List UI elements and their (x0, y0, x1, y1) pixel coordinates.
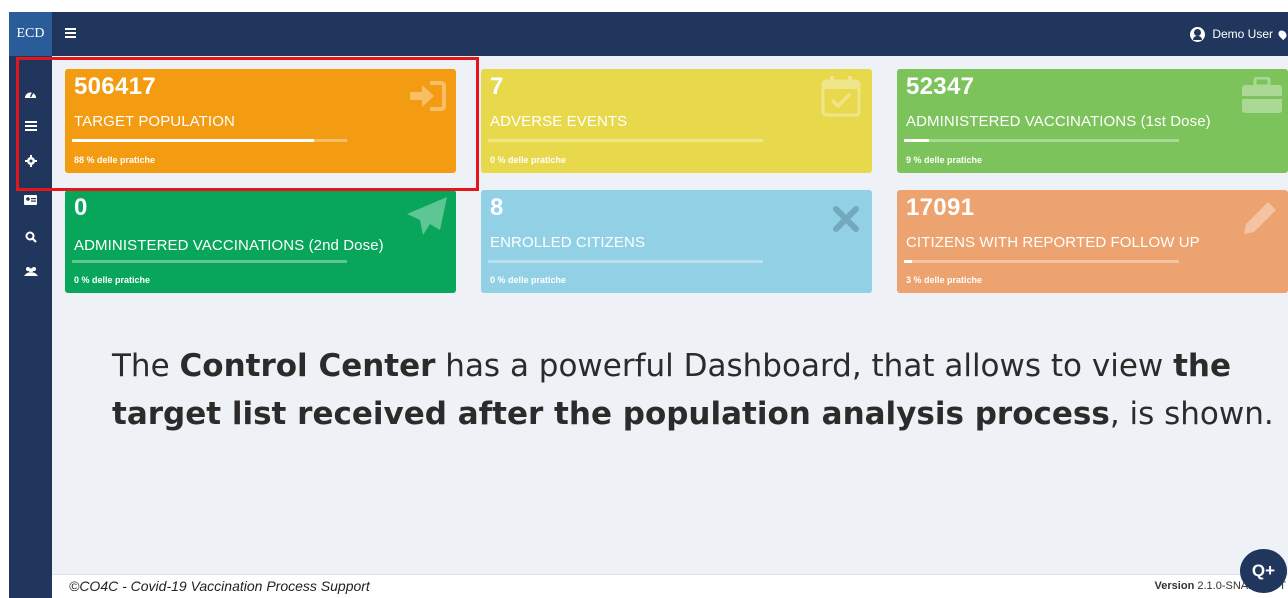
card-percent: 0 % delle pratiche (74, 275, 151, 285)
sidebar-item-users[interactable] (23, 264, 38, 278)
card-label: CITIZENS WITH REPORTED FOLLOW UP (906, 234, 1200, 251)
sidebar-item-search[interactable] (23, 230, 38, 244)
brand-logo[interactable]: ECD (9, 12, 52, 56)
footer: ©CO4C - Covid-19 Vaccination Process Sup… (52, 574, 1288, 598)
card-vaccinations-second-dose[interactable]: 0 ADMINISTERED VACCINATIONS (2nd Dose) 0… (65, 190, 456, 293)
card-value: 17091 (906, 194, 975, 221)
card-label: ADMINISTERED VACCINATIONS (1st Dose) (906, 113, 1211, 130)
card-percent: 0 % delle pratiche (490, 155, 567, 165)
paper-plane-icon (407, 197, 447, 235)
pencil-icon (1244, 202, 1276, 234)
card-label: ENROLLED CITIZENS (490, 234, 646, 251)
user-menu[interactable]: Demo User (1190, 12, 1288, 56)
card-progress-bar (904, 260, 1179, 263)
card-follow-up[interactable]: 17091 CITIZENS WITH REPORTED FOLLOW UP 3… (897, 190, 1288, 293)
card-vaccinations-first-dose[interactable]: 52347 ADMINISTERED VACCINATIONS (1st Dos… (897, 69, 1288, 173)
card-value: 8 (490, 194, 504, 221)
user-name: Demo User (1212, 27, 1273, 41)
card-adverse-events[interactable]: 7 ADVERSE EVENTS 0 % delle pratiche (481, 69, 872, 173)
copyright-text: ©CO4C - Covid-19 Vaccination Process Sup… (69, 578, 370, 594)
card-progress-bar (488, 260, 763, 263)
card-progress-bar (72, 260, 347, 263)
card-progress-bar (904, 139, 1179, 142)
calendar-check-icon (821, 76, 861, 117)
briefcase-icon (1242, 77, 1282, 113)
id-card-icon (24, 195, 37, 205)
highlight-box (16, 57, 479, 191)
caption-text: The Control Center has a powerful Dashbo… (112, 348, 1274, 432)
map-marker-icon (1276, 28, 1288, 40)
card-percent: 3 % delle pratiche (906, 275, 983, 285)
card-value: 7 (490, 73, 504, 100)
sidebar-item-registry[interactable] (23, 193, 38, 207)
card-percent: 0 % delle pratiche (490, 275, 567, 285)
app-window: ECD Demo User 506417 TARGET POPULATION 8… (9, 12, 1288, 598)
card-label: ADVERSE EVENTS (490, 113, 628, 130)
card-enrolled-citizens[interactable]: 8 ENROLLED CITIZENS 0 % delle pratiche (481, 190, 872, 293)
search-icon (25, 231, 37, 243)
card-value: 0 (74, 194, 88, 221)
users-icon (23, 266, 38, 276)
top-navbar: ECD Demo User (9, 12, 1288, 56)
close-icon (833, 206, 859, 232)
card-label: ADMINISTERED VACCINATIONS (2nd Dose) (74, 237, 384, 254)
card-value: 52347 (906, 73, 975, 100)
zoom-in-button[interactable]: Q+ (1240, 549, 1287, 593)
card-percent: 9 % delle pratiche (906, 155, 983, 165)
card-progress-bar (488, 139, 763, 142)
user-circle-icon (1190, 26, 1206, 42)
menu-toggle-icon[interactable] (65, 28, 76, 38)
